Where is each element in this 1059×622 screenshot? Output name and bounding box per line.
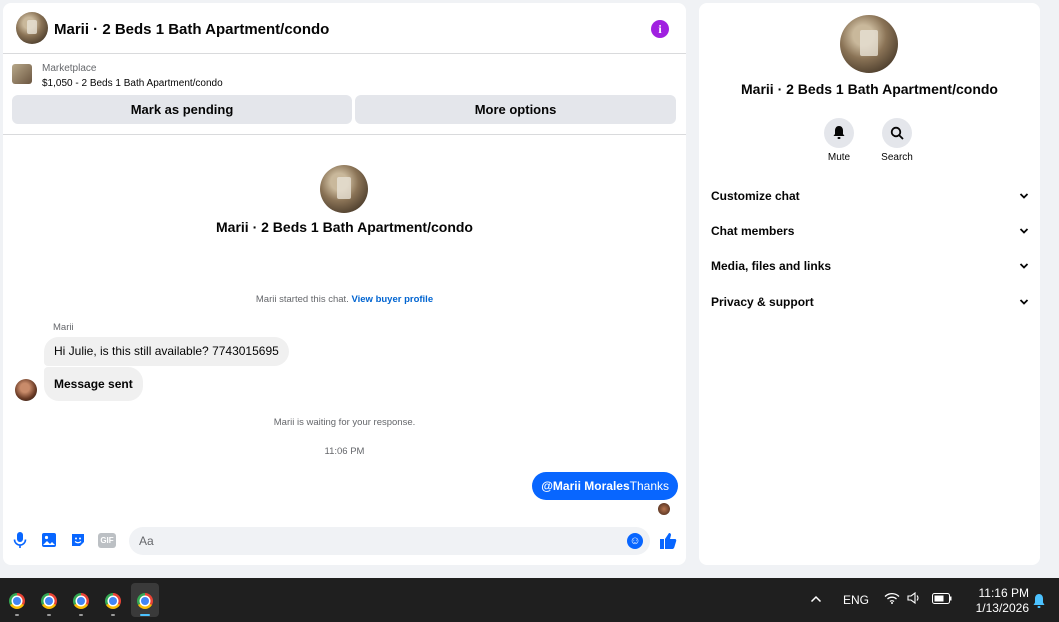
language-indicator[interactable]: ENG [843, 578, 869, 622]
conversation-avatar [320, 165, 368, 213]
avatar[interactable] [16, 12, 48, 44]
listing-source: Marketplace [42, 63, 97, 74]
running-indicator [15, 614, 19, 616]
chrome-icon [137, 593, 153, 609]
mic-icon[interactable] [11, 532, 29, 550]
section-customize-chat[interactable]: Customize chat [711, 186, 1029, 206]
chat-panel: Marii · 2 Beds 1 Bath Apartment/condo i … [3, 3, 686, 565]
info-title: Marii · 2 Beds 1 Bath Apartment/condo [741, 81, 998, 97]
taskbar-chrome-2[interactable] [35, 583, 63, 617]
section-label: Chat members [711, 224, 795, 238]
section-label: Media, files and links [711, 259, 832, 273]
chevron-down-icon [1019, 292, 1029, 314]
taskbar: ENG 11:16 PM 1/13/2026 [0, 578, 1059, 622]
battery-icon[interactable] [932, 578, 952, 622]
chat-title[interactable]: Marii · 2 Beds 1 Bath Apartment/condo [54, 21, 329, 38]
system-clock[interactable]: 11:16 PM 1/13/2026 [965, 586, 1029, 616]
running-indicator [140, 614, 150, 616]
sticker-icon[interactable] [69, 532, 87, 550]
chrome-icon [9, 593, 25, 609]
chevron-down-icon [1019, 221, 1029, 243]
notification-icon[interactable] [1032, 593, 1046, 612]
conversation-title: Marii · 2 Beds 1 Bath Apartment/condo [216, 219, 473, 235]
emoji-icon[interactable]: ☺ [627, 533, 643, 549]
chevron-down-icon [1019, 186, 1029, 208]
outgoing-message-text: Thanks [629, 479, 669, 493]
like-icon[interactable] [659, 532, 677, 555]
mention[interactable]: @Marii Morales [541, 479, 629, 493]
bell-icon [824, 118, 854, 148]
running-indicator [79, 614, 83, 616]
search-label: Search [881, 152, 913, 163]
chrome-icon [105, 593, 121, 609]
clock-date: 1/13/2026 [975, 601, 1029, 615]
taskbar-chrome-5[interactable] [131, 583, 159, 617]
search-icon [882, 118, 912, 148]
listing-detail[interactable]: $1,050 - 2 Beds 1 Bath Apartment/condo [42, 78, 223, 89]
listing-banner: Marketplace $1,050 - 2 Beds 1 Bath Apart… [3, 55, 686, 135]
chrome-icon [41, 593, 57, 609]
view-buyer-profile-link[interactable]: View buyer profile [351, 294, 433, 305]
speaker-icon[interactable] [907, 578, 921, 622]
chat-header: Marii · 2 Beds 1 Bath Apartment/condo i [3, 3, 686, 54]
mute-label: Mute [827, 152, 851, 163]
message-input[interactable] [129, 527, 650, 555]
outgoing-message-bubble[interactable]: @Marii MoralesThanks [532, 472, 678, 500]
chevron-down-icon [1019, 256, 1029, 278]
section-media-files-links[interactable]: Media, files and links [711, 256, 1029, 276]
photo-icon[interactable] [40, 532, 58, 550]
chat-info-panel: Marii · 2 Beds 1 Bath Apartment/condo Mu… [699, 3, 1040, 565]
chevron-up-icon[interactable] [810, 578, 822, 622]
wifi-icon[interactable] [884, 578, 900, 622]
taskbar-chrome-4[interactable] [99, 583, 127, 617]
chat-started-notice: Marii started this chat. View buyer prof… [3, 294, 686, 305]
read-receipt-avatar [658, 503, 670, 515]
taskbar-chrome-1[interactable] [3, 583, 31, 617]
message-bubble[interactable]: Message sent [44, 367, 143, 401]
info-avatar[interactable] [840, 15, 898, 73]
waiting-notice: Marii is waiting for your response. [273, 417, 416, 428]
search-button[interactable]: Search [872, 118, 922, 163]
section-privacy-support[interactable]: Privacy & support [711, 292, 1029, 312]
message-timestamp: 11:06 PM [324, 446, 365, 457]
chrome-icon [73, 593, 89, 609]
section-label: Privacy & support [711, 295, 814, 309]
chat-started-text: Marii started this chat. [255, 294, 349, 305]
section-label: Customize chat [711, 189, 800, 203]
clock-time: 11:16 PM [978, 586, 1029, 600]
info-icon[interactable]: i [651, 20, 669, 38]
mark-as-pending-button[interactable]: Mark as pending [12, 95, 352, 124]
running-indicator [111, 614, 115, 616]
sender-name: Marii [53, 322, 74, 333]
listing-thumbnail[interactable] [12, 64, 32, 84]
gif-icon[interactable]: GIF [98, 533, 116, 548]
more-options-button[interactable]: More options [355, 95, 676, 124]
message-bubble[interactable]: Hi Julie, is this still available? 77430… [44, 337, 289, 366]
mute-button[interactable]: Mute [814, 118, 864, 163]
taskbar-chrome-3[interactable] [67, 583, 95, 617]
running-indicator [47, 614, 51, 616]
section-chat-members[interactable]: Chat members [711, 221, 1029, 241]
sender-avatar[interactable] [15, 379, 37, 401]
